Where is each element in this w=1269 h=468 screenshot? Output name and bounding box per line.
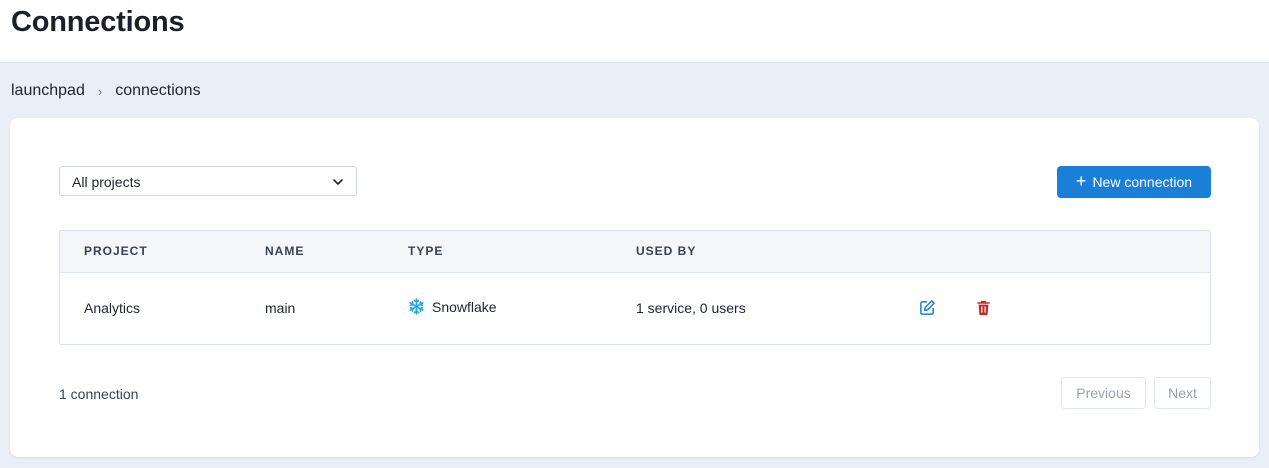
breadcrumb-separator: › — [97, 83, 103, 99]
column-header-used-by: USED BY — [636, 244, 697, 258]
plus-icon: + — [1075, 171, 1087, 191]
chevron-down-icon — [333, 179, 343, 185]
cell-type: Snowflake — [408, 298, 497, 315]
connections-table: PROJECT NAME TYPE USED BY Analytics main — [59, 230, 1211, 345]
breadcrumb: launchpad › connections — [11, 80, 201, 102]
column-header-project: PROJECT — [84, 244, 148, 258]
edit-icon[interactable] — [919, 299, 936, 316]
cell-name: main — [265, 300, 296, 316]
breadcrumb-item-connections: connections — [115, 82, 201, 99]
connection-count: 1 connection — [59, 386, 139, 402]
breadcrumb-item-launchpad[interactable]: launchpad — [11, 82, 85, 100]
page-header: Connections — [0, 0, 1269, 63]
connections-card: All projects + New connection PROJECT NA… — [10, 118, 1259, 457]
cell-used-by: 1 service, 0 users — [636, 300, 746, 316]
project-filter-value: All projects — [72, 174, 141, 190]
column-header-type: TYPE — [408, 244, 444, 258]
new-connection-label: New connection — [1092, 174, 1193, 190]
snowflake-icon — [409, 298, 424, 315]
column-header-name: NAME — [265, 244, 305, 258]
next-page-button[interactable]: Next — [1154, 377, 1211, 409]
table-row: Analytics main Snowflake 1 service, 0 us… — [60, 272, 1210, 344]
cell-project: Analytics — [84, 300, 141, 316]
project-filter-select[interactable]: All projects — [59, 166, 357, 196]
table-header: PROJECT NAME TYPE USED BY — [60, 231, 1210, 273]
new-connection-button[interactable]: + New connection — [1057, 166, 1211, 198]
trash-icon[interactable] — [975, 299, 992, 316]
cell-type-label: Snowflake — [432, 299, 497, 315]
page-title: Connections — [11, 6, 185, 38]
previous-page-button[interactable]: Previous — [1061, 377, 1146, 409]
